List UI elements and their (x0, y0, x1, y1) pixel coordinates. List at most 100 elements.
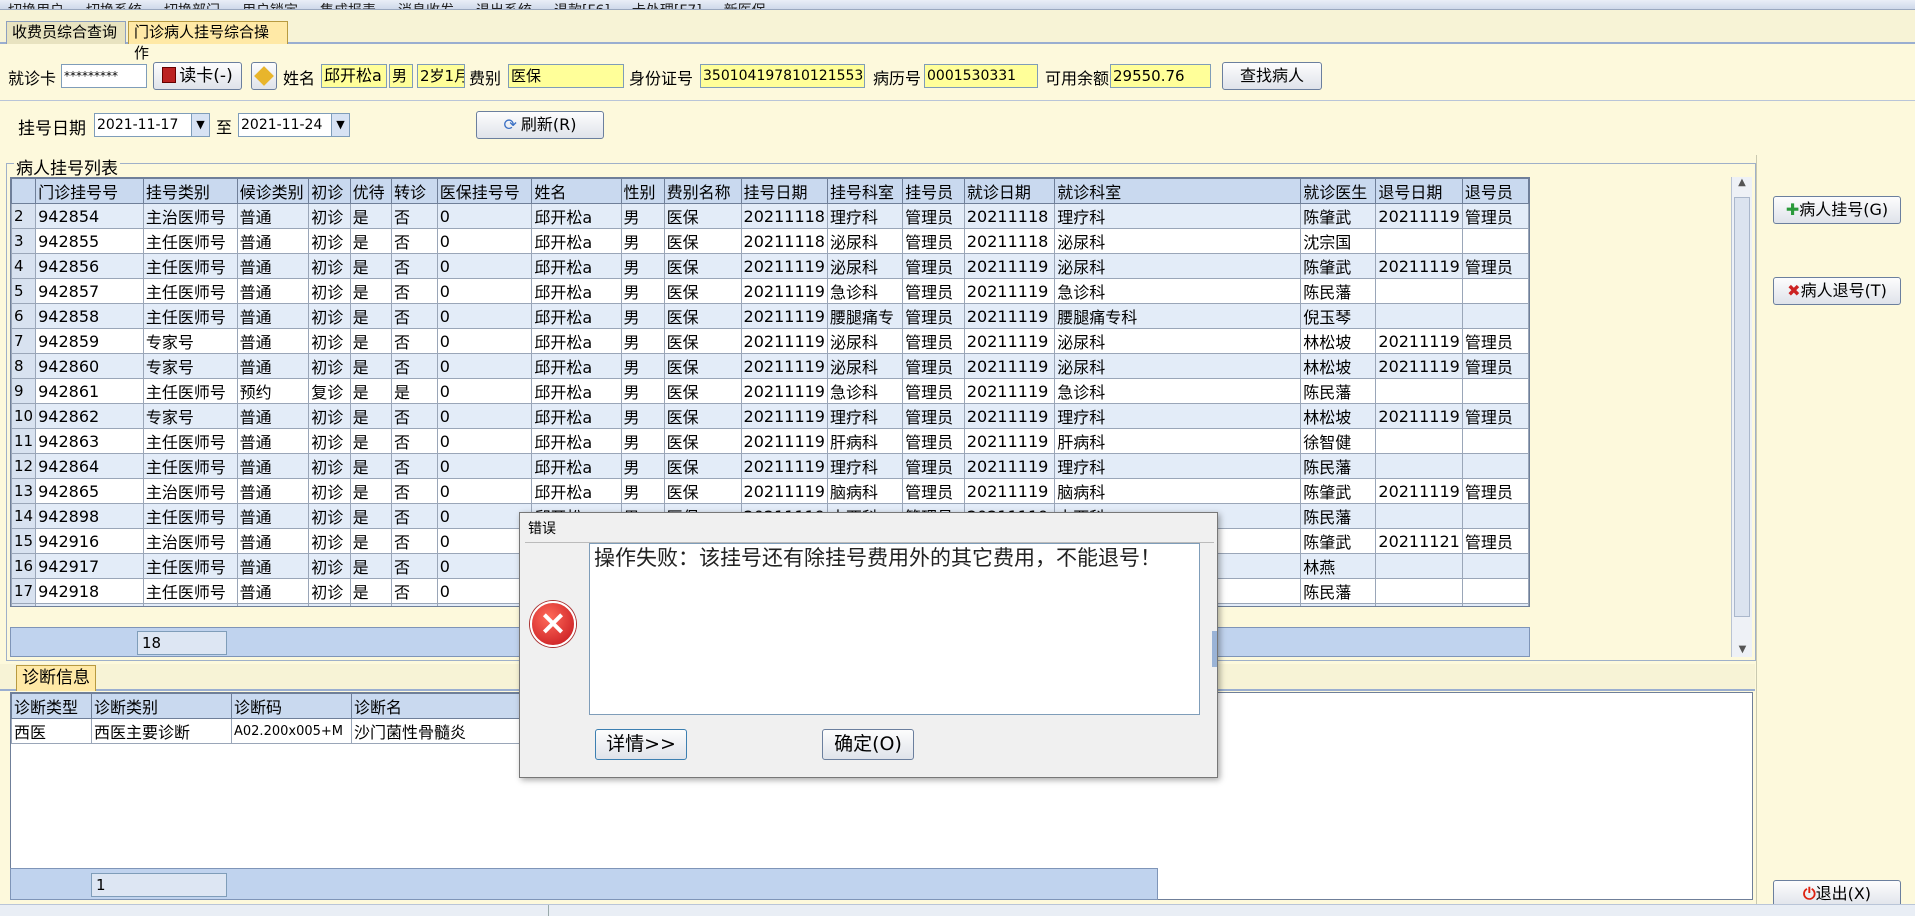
balance-field[interactable]: 29550.76 (1110, 64, 1211, 88)
row-number: 16 (11, 553, 37, 579)
table-row[interactable]: 3 942855 主任医师号 普通 初诊是否 0 邱开松a 男医保 20211118 泌尿科 管理员… (11, 228, 1529, 254)
table-cell: 0 (436, 278, 533, 304)
column-header[interactable]: 挂号员 (902, 178, 965, 204)
table-cell (1461, 303, 1529, 329)
column-header[interactable]: 医保挂号号 (436, 178, 533, 204)
table-cell: 是 (349, 353, 392, 379)
date-to-picker[interactable]: 2021-11-24 ▼ (238, 113, 350, 137)
toolbar-item[interactable]: 退款[F6] (554, 0, 610, 9)
diag-column-header[interactable]: 诊断类型 (11, 693, 92, 719)
record-number-field[interactable]: 0001530331 (924, 64, 1038, 88)
card-number-field[interactable]: ********* (61, 64, 147, 88)
find-patient-button[interactable]: 查找病人 (1222, 62, 1322, 90)
table-row[interactable]: 7 942859 专家号 普通 初诊是否 0 邱开松a 男医保 20211119 泌尿科 管理员 20… (11, 328, 1529, 354)
table-cell: 泌尿科 (826, 253, 904, 279)
table-cell: 医保 (663, 278, 742, 304)
column-header[interactable]: 姓名 (531, 178, 622, 204)
diag-row[interactable]: 西医 西医主要诊断 A02.200x005+M 沙门菌性骨髓炎 (11, 718, 552, 744)
column-header[interactable]: 优待 (349, 178, 392, 204)
cancel-registration-button[interactable]: ✖病人退号(T) (1773, 277, 1901, 305)
table-row[interactable]: 10 942862 专家号 普通 初诊是否 0 邱开松a 男医保 20211119 理疗科 管理员 2… (11, 403, 1529, 429)
table-cell: 理疗科 (826, 453, 904, 479)
toolbar-item[interactable]: 退出系统 (476, 0, 532, 9)
table-cell: 倪玉琴 (1300, 303, 1377, 329)
column-header[interactable]: 挂号日期 (740, 178, 828, 204)
table-cell: 普通 (236, 578, 310, 604)
dialog-resize-handle[interactable] (1212, 631, 1217, 667)
table-cell: 邱开松a (531, 378, 622, 404)
record-label: 病历号 (873, 69, 922, 88)
tab-diagnosis[interactable]: 诊断信息 (16, 665, 96, 691)
table-row[interactable]: 4 942856 主任医师号 普通 初诊是否 0 邱开松a 男医保 20211119 泌尿科 管理员… (11, 253, 1529, 279)
column-header[interactable]: 挂号科室 (826, 178, 904, 204)
toolbar-item[interactable]: 切换用户 (8, 0, 64, 9)
table-row[interactable]: 12 942864 主任医师号 普通 初诊是否 0 邱开松a 男医保 20211119 理疗科 管理… (11, 453, 1529, 479)
to-label: 至 (216, 118, 233, 137)
diag-column-header[interactable]: 诊断码 (231, 693, 352, 719)
table-cell: 942917 (35, 553, 144, 579)
toolbar-item[interactable]: 集成报表 (320, 0, 376, 9)
scroll-thumb[interactable] (1734, 197, 1750, 617)
column-header[interactable]: 候诊类别 (236, 178, 310, 204)
table-cell: 20211118 (963, 228, 1056, 254)
column-header[interactable]: 费别名称 (663, 178, 742, 204)
column-header[interactable]: 初诊 (308, 178, 351, 204)
refresh-button[interactable]: ⟳ 刷新(R) (476, 111, 604, 139)
table-row[interactable]: 8 942860 专家号 普通 初诊是否 0 邱开松a 男医保 20211119 泌尿科 管理员 20… (11, 353, 1529, 379)
ok-button[interactable]: 确定(O) (822, 729, 914, 760)
age-field[interactable]: 2岁1月 (417, 64, 465, 88)
tab-cashier-query[interactable]: 收费员综合查询 (6, 21, 126, 44)
diag-column-header[interactable]: 诊断类别 (91, 693, 232, 719)
tab-outpatient-registration[interactable]: 门诊病人挂号综合操作 (128, 21, 288, 62)
toolbar-item[interactable]: 切换部门 (164, 0, 220, 9)
table-cell (1375, 278, 1463, 304)
table-cell: 942918 (35, 578, 144, 604)
table-row[interactable]: 13 942865 主治医师号 普通 初诊是否 0 邱开松a 男医保 20211119 脑病科 管理… (11, 478, 1529, 504)
chevron-down-icon[interactable]: ▼ (331, 114, 349, 136)
toolbar-item[interactable]: 新医保 (724, 0, 766, 9)
row-number: 8 (11, 353, 37, 379)
table-cell: 理疗科 (1054, 403, 1302, 429)
column-header[interactable]: 挂号类别 (142, 178, 238, 204)
sex-field[interactable]: 男 (389, 64, 413, 88)
toolbar-item[interactable]: 用户锁定 (242, 0, 298, 9)
column-header[interactable]: 性别 (620, 178, 665, 204)
scroll-up-icon[interactable]: ▲ (1732, 177, 1752, 188)
name-field[interactable]: 邱开松a (321, 64, 387, 88)
patient-lookup-button[interactable] (251, 62, 277, 90)
scroll-down-icon[interactable]: ▼ (1732, 644, 1753, 655)
table-cell: 是 (349, 528, 392, 554)
table-cell: 邱开松a (531, 478, 622, 504)
table-row[interactable]: 9 942861 主任医师号 预约 复诊是是 0 邱开松a 男医保 20211119 急诊科 管理员… (11, 378, 1529, 404)
column-header[interactable]: 就诊日期 (963, 178, 1056, 204)
details-button[interactable]: 详情>> (595, 729, 687, 760)
column-header[interactable]: 转诊 (390, 178, 438, 204)
row-number: 15 (11, 528, 37, 554)
table-row[interactable]: 6 942858 主任医师号 普通 初诊是否 0 邱开松a 男医保 20211119 腰腿痛专 管理… (11, 303, 1529, 329)
column-header[interactable]: 门诊挂号号 (35, 178, 144, 204)
table-row[interactable]: 5 942857 主任医师号 普通 初诊是否 0 邱开松a 男医保 20211119 急诊科 管理员… (11, 278, 1529, 304)
table-cell: 管理员 (902, 203, 965, 229)
table-cell: 20211119 (963, 303, 1056, 329)
table-row[interactable]: 2 942854 主治医师号 普通 初诊是否 0 邱开松a 男医保 20211118 理疗科 管理员… (11, 203, 1529, 229)
diag-count: 1 (91, 873, 227, 897)
table-cell: 急诊科 (826, 378, 904, 404)
column-header[interactable]: 就诊科室 (1054, 178, 1302, 204)
toolbar-item[interactable]: 卡处理[F7] (632, 0, 702, 9)
list-scrollbar[interactable]: ▲ ▼ (1731, 177, 1752, 657)
id-number-field[interactable]: 350104197810121553a (700, 64, 865, 88)
table-cell: 942860 (35, 353, 144, 379)
chevron-down-icon[interactable]: ▼ (191, 114, 209, 136)
column-header[interactable]: 退号日期 (1375, 178, 1463, 204)
tab-bar: 收费员综合查询 门诊病人挂号综合操作 (0, 10, 1915, 62)
fee-type-field[interactable]: 医保 (508, 64, 624, 88)
register-patient-button[interactable]: ✚病人挂号(G) (1773, 196, 1901, 224)
table-cell: 否 (390, 353, 438, 379)
column-header[interactable]: 退号员 (1461, 178, 1529, 204)
toolbar-item[interactable]: 消息收发 (398, 0, 454, 9)
toolbar-item[interactable]: 切换系统 (86, 0, 142, 9)
column-header[interactable]: 就诊医生 (1300, 178, 1377, 204)
table-row[interactable]: 11 942863 主任医师号 普通 初诊是否 0 邱开松a 男医保 20211119 肝病科 管理… (11, 428, 1529, 454)
read-card-button[interactable]: 读卡(-) (153, 62, 242, 90)
date-from-picker[interactable]: 2021-11-17 ▼ (94, 113, 210, 137)
